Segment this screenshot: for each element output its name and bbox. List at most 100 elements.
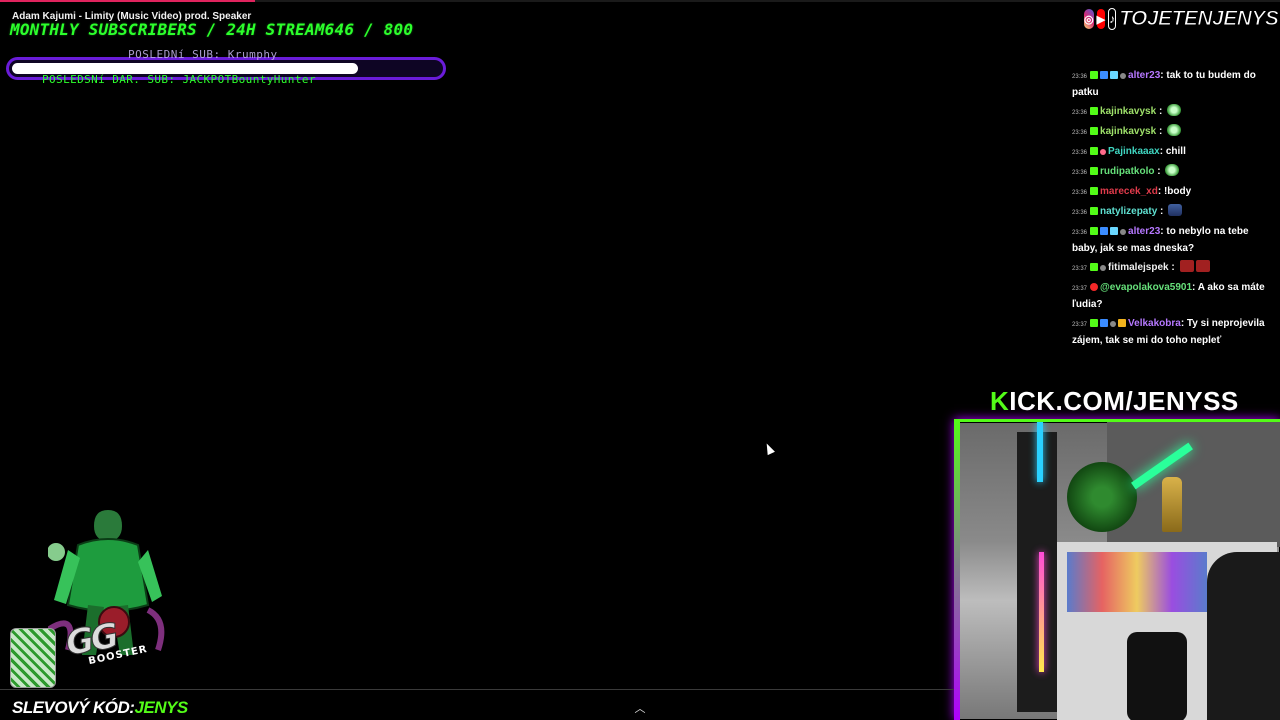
webcam-plant bbox=[1067, 462, 1137, 532]
kick-url-text: ICK.COM/JENYSS bbox=[1009, 386, 1239, 416]
chat-badge-icon bbox=[1100, 227, 1109, 235]
chat-badge-icon bbox=[1090, 107, 1099, 115]
chat-message: 23:37 fitimalejspek : bbox=[1072, 260, 1272, 277]
player-divider bbox=[0, 689, 954, 690]
webcam-neon-blue bbox=[1037, 422, 1043, 482]
social-handle: TOJETENJENYS bbox=[1119, 7, 1280, 31]
promo-label: SLEVOVÝ KÓD: bbox=[12, 698, 135, 717]
chat-username[interactable]: marecek_xd bbox=[1100, 186, 1158, 197]
chat-timestamp: 23:36 bbox=[1072, 210, 1088, 216]
instagram-icon[interactable]: ◎ bbox=[1084, 9, 1094, 29]
subscriber-goal: MONTHLY SUBSCRIBERS / 24H STREAM646 / 80… bbox=[10, 20, 413, 39]
webcam-feed bbox=[954, 419, 1280, 720]
chat-message: 23:36 kajinkavysk : bbox=[1072, 124, 1272, 141]
chat-badge-icon bbox=[1090, 127, 1099, 135]
chat-timestamp: 23:36 bbox=[1072, 170, 1088, 176]
chat-panel: ... ... ... 23:36 alter23: tak to tu bude… bbox=[1072, 54, 1272, 352]
chat-badge-icon bbox=[1100, 319, 1109, 327]
chat-username[interactable]: kajinkavysk bbox=[1100, 106, 1156, 117]
last-gift-label: POSLEDSNí DAR. SUB: bbox=[42, 73, 176, 86]
chat-timestamp: 23:36 bbox=[1072, 74, 1088, 80]
last-sub-name: Krumphy bbox=[227, 48, 278, 61]
chat-badge-icon bbox=[1090, 147, 1099, 155]
social-links: ◎ ▶ ♪ TOJETENJENYS bbox=[1084, 6, 1280, 32]
chat-username[interactable]: kajinkavysk bbox=[1100, 126, 1156, 137]
emote-icon bbox=[1167, 104, 1182, 116]
chat-badge-icon bbox=[1090, 207, 1099, 215]
goal-current: 646 bbox=[324, 20, 355, 39]
goal-title: MONTHLY SUBSCRIBERS / 24H STREAM bbox=[10, 20, 325, 39]
chat-text: : chill bbox=[1159, 146, 1186, 157]
chat-badge-icon bbox=[1090, 167, 1099, 175]
chat-text: : bbox=[1154, 166, 1164, 177]
chat-text: : bbox=[1168, 262, 1178, 273]
chat-timestamp: 23:37 bbox=[1072, 322, 1088, 328]
chat-message: 23:37 Velkakobra: Ty si neprojevila zájem… bbox=[1072, 316, 1272, 349]
goal-separator: / bbox=[354, 20, 384, 39]
youtube-icon[interactable]: ▶ bbox=[1096, 9, 1106, 29]
emote-icon bbox=[1195, 260, 1210, 272]
last-gift-name: JACKPOTBountyHunter bbox=[182, 73, 316, 86]
chat-badge-icon bbox=[1118, 319, 1127, 327]
tiktok-icon[interactable]: ♪ bbox=[1108, 8, 1117, 30]
emote-icon bbox=[1168, 204, 1183, 216]
chat-username[interactable]: alter23 bbox=[1128, 226, 1160, 237]
chat-badge-icon bbox=[1090, 283, 1099, 291]
promo-code-value: JENYS bbox=[134, 698, 188, 717]
chat-username[interactable]: natylizepaty bbox=[1100, 206, 1157, 217]
chat-badge-icon bbox=[1120, 73, 1127, 79]
last-sub-label: POSLEDNí SUB: bbox=[128, 48, 221, 61]
webcam-trophy bbox=[1162, 477, 1182, 532]
chat-username[interactable]: Velkakobra bbox=[1128, 318, 1181, 329]
chat-timestamp: 23:37 bbox=[1072, 286, 1088, 292]
webcam-neon-pink bbox=[1039, 552, 1044, 672]
chat-message: 23:36 natylizepaty : bbox=[1072, 204, 1272, 221]
kick-url: KICK.COM/JENYSS bbox=[990, 386, 1239, 417]
chat-message: 23:36 Pajinkaaax: chill bbox=[1072, 144, 1272, 161]
chat-badge-icon bbox=[1110, 71, 1119, 79]
chat-text: : !body bbox=[1157, 186, 1192, 197]
sponsor-graphic: GG BOOSTER bbox=[10, 500, 175, 690]
chat-message: 23:36 rudipatkolo : bbox=[1072, 164, 1272, 181]
chat-timestamp: 23:36 bbox=[1072, 190, 1088, 196]
chat-username[interactable]: fitimalejspek bbox=[1108, 262, 1169, 273]
emote-icon bbox=[1165, 164, 1180, 176]
mouse-cursor-icon bbox=[763, 441, 775, 456]
webcam-frame-edge bbox=[954, 419, 960, 720]
last-sub: POSLEDNí SUB: Krumphy bbox=[128, 48, 278, 61]
chat-timestamp: 23:36 bbox=[1072, 150, 1088, 156]
chat-message: 23:37 @evapolakova5901: A ako sa máte ľud… bbox=[1072, 280, 1272, 313]
webcam-items bbox=[1067, 552, 1207, 612]
chat-text: : bbox=[1156, 126, 1166, 137]
chat-timestamp: 23:37 bbox=[1072, 266, 1088, 272]
chat-message: 23:36 kajinkavysk : bbox=[1072, 104, 1272, 121]
chat-badge-icon bbox=[1120, 229, 1127, 235]
chat-badge-icon bbox=[1090, 227, 1099, 235]
chat-badge-icon bbox=[1100, 149, 1107, 155]
chat-badge-icon bbox=[1090, 319, 1099, 327]
chat-username[interactable]: alter23 bbox=[1128, 70, 1160, 81]
chat-badge-icon bbox=[1100, 71, 1109, 79]
emote-icon bbox=[1167, 124, 1182, 136]
chat-text: : bbox=[1156, 106, 1166, 117]
chat-timestamp: 23:36 bbox=[1072, 230, 1088, 236]
chat-badge-icon bbox=[1090, 71, 1099, 79]
chat-badge-icon bbox=[1090, 263, 1099, 271]
chat-username[interactable]: @evapolakova5901 bbox=[1100, 282, 1192, 293]
chat-username[interactable]: rudipatkolo bbox=[1100, 166, 1154, 177]
chat-badge-icon bbox=[1110, 227, 1119, 235]
chat-faded-message: ... ... ... bbox=[1072, 57, 1100, 62]
goal-target: 800 bbox=[383, 20, 414, 39]
chat-badge-icon bbox=[1090, 187, 1099, 195]
last-gift-sub: POSLEDSNí DAR. SUB: JACKPOTBountyHunter bbox=[42, 73, 316, 86]
kick-logo-k: K bbox=[990, 386, 1010, 416]
chevron-up-icon[interactable]: ︿ bbox=[634, 700, 646, 715]
chat-badge-icon bbox=[1100, 265, 1107, 271]
chat-message: 23:36 marecek_xd: !body bbox=[1072, 184, 1272, 201]
emote-icon bbox=[1179, 260, 1194, 272]
chat-timestamp: 23:36 bbox=[1072, 110, 1088, 116]
chat-timestamp: 23:36 bbox=[1072, 130, 1088, 136]
webcam-microphone bbox=[1127, 632, 1187, 720]
chat-text: : bbox=[1157, 206, 1167, 217]
chat-username[interactable]: Pajinkaaax bbox=[1108, 146, 1160, 157]
